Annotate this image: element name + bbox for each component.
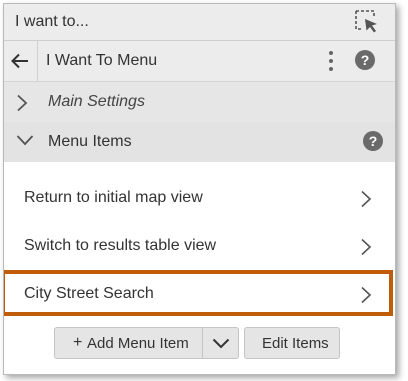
chevron-right-icon bbox=[361, 238, 372, 256]
arrow-left-icon bbox=[11, 53, 28, 69]
add-menu-item-dropdown-button[interactable] bbox=[202, 327, 239, 359]
chevron-right-icon bbox=[361, 190, 372, 208]
help-circle-icon[interactable]: ? bbox=[363, 131, 383, 151]
panel-title: I want to... bbox=[15, 13, 89, 30]
panel-navbar: I Want To Menu ? bbox=[4, 41, 395, 82]
panel-titlebar: I want to... bbox=[4, 4, 395, 41]
menu-items-header[interactable]: Menu Items ? bbox=[4, 122, 395, 162]
i-want-to-panel: I want to... I Want To Menu ? Main Setti… bbox=[3, 3, 396, 375]
menu-items-label: Menu Items bbox=[48, 133, 132, 150]
edit-items-button[interactable]: Edit Items bbox=[244, 327, 340, 359]
chevron-right-icon bbox=[17, 94, 28, 112]
menu-item-label: Return to initial map view bbox=[24, 189, 203, 206]
menu-item-label: Switch to results table view bbox=[24, 237, 217, 254]
chevron-down-icon bbox=[16, 135, 34, 146]
add-menu-item-button[interactable]: + Add Menu Item bbox=[54, 327, 202, 359]
chevron-down-icon bbox=[212, 338, 230, 349]
menu-item-label: City Street Search bbox=[24, 285, 154, 302]
plus-icon: + bbox=[73, 334, 83, 351]
main-settings-label: Main Settings bbox=[48, 93, 145, 110]
main-settings-header[interactable]: Main Settings bbox=[4, 82, 395, 123]
menu-item-switch-results-table[interactable]: Switch to results table view bbox=[4, 224, 395, 268]
help-circle-icon[interactable]: ? bbox=[355, 50, 375, 70]
navbar-title: I Want To Menu bbox=[46, 52, 158, 69]
kebab-menu-icon[interactable] bbox=[324, 49, 338, 73]
add-menu-item-label: Add Menu Item bbox=[87, 335, 189, 352]
edit-items-label: Edit Items bbox=[262, 335, 329, 352]
select-pointer-icon[interactable] bbox=[355, 10, 381, 34]
back-button[interactable] bbox=[4, 41, 38, 81]
chevron-right-icon bbox=[361, 286, 372, 304]
menu-item-city-street-search[interactable]: City Street Search bbox=[4, 272, 395, 316]
menu-item-return-initial-view[interactable]: Return to initial map view bbox=[4, 176, 395, 220]
